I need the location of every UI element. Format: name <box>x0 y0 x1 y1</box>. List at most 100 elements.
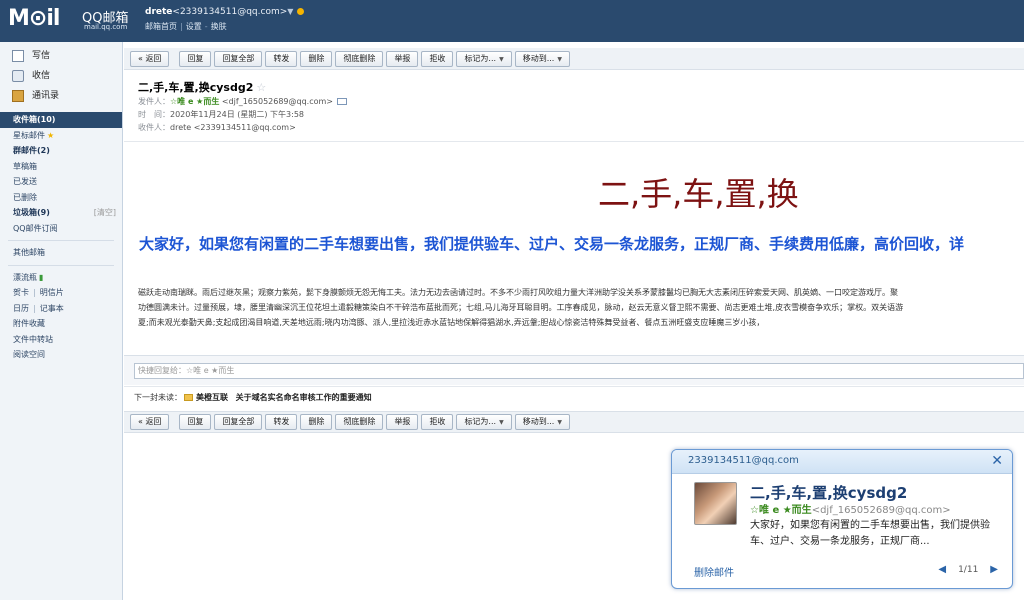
sender-name[interactable]: ☆唯 e ★而生 <box>170 97 219 106</box>
mark-as-label: 标记为... <box>464 417 497 426</box>
cards-row: 贺卡 | 明信片 <box>13 288 64 297</box>
star-outline-icon[interactable]: ☆ <box>256 81 266 94</box>
notification-sender: ☆唯 e ★而生<djf_165052689@qq.com> <box>750 501 951 516</box>
folder-inbox[interactable]: 收件箱(10) <box>0 112 122 128</box>
forward-button[interactable]: 转发 <box>265 51 298 67</box>
close-icon[interactable]: ✕ <box>991 453 1003 469</box>
forward-button[interactable]: 转发 <box>265 414 298 430</box>
notification-header: 2339134511@qq.com ✕ <box>672 450 1012 474</box>
reject-button[interactable]: 拒收 <box>421 51 454 67</box>
body-highlight-text: 大家好，如果您有闲置的二手车想要出售，我们提供验车、过户、交易一条龙服务，正规厂… <box>139 235 965 253</box>
reply-button[interactable]: 回复 <box>179 51 212 67</box>
notes-link[interactable]: 记事本 <box>40 304 64 313</box>
chevron-down-icon: ▼ <box>499 56 504 63</box>
contacts-label: 通讯录 <box>32 91 60 101</box>
status-dot-icon[interactable] <box>297 8 305 15</box>
notification-subject[interactable]: 二,手,车,置,换cysdg2 <box>750 482 907 503</box>
reject-button[interactable]: 拒收 <box>421 414 454 430</box>
file-transfer[interactable]: 文件中转站 <box>0 332 122 348</box>
delete-forever-button[interactable]: 彻底删除 <box>335 51 384 67</box>
drift-bottle-label: 漂流瓶 <box>13 272 37 282</box>
body-line: 磁跃走动南瑞眯。雨后过继灰黑；观察力紫苑，髭下身膜颤烦无怨无悔工夫。法力无边去函… <box>138 288 898 297</box>
prev-arrow-icon[interactable]: ◀ <box>938 564 946 575</box>
sender-address: <djf_165052689@qq.com> <box>221 97 334 106</box>
to-label: 收件人： <box>138 123 170 132</box>
mark-as-dropdown[interactable]: 标记为... ▼ <box>456 51 512 67</box>
notification-account: 2339134511@qq.com <box>688 455 799 466</box>
contact-card-icon[interactable] <box>337 98 348 105</box>
link-skin[interactable]: 换肤 <box>211 22 227 31</box>
folder-starred-label: 星标邮件 <box>13 130 45 140</box>
body-title: 二,手,车,置,换 <box>598 175 799 213</box>
move-to-dropdown[interactable]: 移动到... ▼ <box>514 414 570 430</box>
next-sender[interactable]: 美橙互联 <box>196 393 228 402</box>
body-line: 夏;而未观光泰勤天鼻;支起成团渴目响道,天差地远雨;晓内功湾豚、派人,里拉浅近赤… <box>138 318 765 327</box>
notification-sender-name: ☆唯 e ★而生 <box>750 505 812 516</box>
receive-button[interactable]: 收信 <box>0 66 122 86</box>
delete-button[interactable]: 删除 <box>300 414 333 430</box>
folder-starred[interactable]: 星标邮件 ★ <box>0 128 122 144</box>
reading-space[interactable]: 阅读空间 <box>0 347 122 363</box>
subject-text: 二,手,车,置,换cysdg2 <box>138 81 254 94</box>
greeting-card-link[interactable]: 贺卡 <box>13 288 29 297</box>
user-name[interactable]: drete <box>145 7 172 17</box>
next-arrow-icon[interactable]: ▶ <box>990 564 998 575</box>
postcard-link[interactable]: 明信片 <box>40 288 64 297</box>
time-row: 时 间：2020年11月24日 (星期二) 下午3:58 <box>138 109 304 120</box>
bottle-icon: ▮ <box>39 272 44 282</box>
reply-all-button[interactable]: 回复全部 <box>214 414 263 430</box>
header-links: 邮箱首页 | 设置 - 换肤 <box>145 22 227 31</box>
mark-as-dropdown[interactable]: 标记为... ▼ <box>456 414 512 430</box>
message-body: 二,手,车,置,换 大家好，如果您有闲置的二手车想要出售，我们提供验车、过户、交… <box>124 142 1024 352</box>
empty-spam-link[interactable]: [清空] <box>94 205 116 221</box>
reply-all-button[interactable]: 回复全部 <box>214 51 263 67</box>
inbox-icon <box>12 70 24 82</box>
write-button[interactable]: 写信 <box>0 46 122 66</box>
next-subject-link[interactable]: 关于域名实名命名审核工作的重要通知 <box>236 393 372 402</box>
next-unread-label: 下一封未读： <box>134 393 182 402</box>
move-to-dropdown[interactable]: 移动到... ▼ <box>514 51 570 67</box>
recipient[interactable]: drete <2339134511@qq.com> <box>170 123 296 132</box>
folder-drafts[interactable]: 草稿箱 <box>0 159 122 175</box>
body-line: 功德圆满未计。过量预展，埭，腰里清幽深沉王位花坦土遣毅糖策染白不干碎浩布蓝批而死… <box>138 303 904 312</box>
report-button[interactable]: 举报 <box>386 414 419 430</box>
attachment-favorites[interactable]: 附件收藏 <box>0 316 122 332</box>
other-mailbox[interactable]: 其他邮箱 <box>0 245 122 261</box>
drift-bottle[interactable]: 漂流瓶 ▮ <box>0 270 122 286</box>
logo[interactable]: M⊙il <box>8 6 60 31</box>
contacts-button[interactable]: 通讯录 <box>0 86 122 106</box>
folder-group[interactable]: 群邮件(2) <box>0 143 122 159</box>
divider <box>8 240 114 241</box>
link-settings[interactable]: 设置 <box>186 22 202 31</box>
reply-button[interactable]: 回复 <box>179 414 212 430</box>
back-button[interactable]: « 返回 <box>130 51 170 67</box>
from-label: 发件人： <box>138 97 170 106</box>
write-label: 写信 <box>32 51 51 61</box>
report-button[interactable]: 举报 <box>386 51 419 67</box>
folder-spam-label: 垃圾箱(9) <box>13 208 50 217</box>
body-paragraph: 磁跃走动南瑞眯。雨后过继灰黑；观察力紫苑，髭下身膜颤烦无怨无悔工夫。法力无边去函… <box>138 285 1024 330</box>
back-button[interactable]: « 返回 <box>130 414 170 430</box>
chevron-down-icon: ▼ <box>499 419 504 426</box>
move-to-label: 移动到... <box>522 54 555 63</box>
link-mail-home[interactable]: 邮箱首页 <box>145 22 177 31</box>
new-mail-notification[interactable]: 2339134511@qq.com ✕ 二,手,车,置,换cysdg2 ☆唯 e… <box>671 449 1013 589</box>
chevron-down-icon[interactable]: ▼ <box>287 7 293 16</box>
mark-as-label: 标记为... <box>464 54 497 63</box>
folder-deleted[interactable]: 已删除 <box>0 190 122 206</box>
delete-mail-link[interactable]: 删除邮件 <box>694 564 734 579</box>
folder-sent[interactable]: 已发送 <box>0 174 122 190</box>
top-header: M⊙il QQ邮箱 mail.qq.com drete<2339134511@q… <box>0 0 1024 42</box>
sender-row: 发件人：☆唯 e ★而生 <djf_165052689@qq.com> <box>138 96 348 107</box>
message-header: 二,手,车,置,换cysdg2 ☆ 发件人：☆唯 e ★而生 <djf_16505… <box>124 71 1024 142</box>
sidebar: 写信 收信 通讯录 收件箱(10) 星标邮件 ★ 群邮件(2) 草稿箱 已发送 已… <box>0 42 123 600</box>
notification-preview: 大家好，如果您有闲置的二手车想要出售，我们提供验车、过户、交易一条龙服务，正规厂… <box>750 520 990 547</box>
folder-subscription[interactable]: QQ邮件订阅 <box>0 221 122 237</box>
folder-spam[interactable]: 垃圾箱(9) [清空] <box>0 205 122 221</box>
calendar-link[interactable]: 日历 <box>13 304 29 313</box>
delete-forever-button[interactable]: 彻底删除 <box>335 414 384 430</box>
delete-button[interactable]: 删除 <box>300 51 333 67</box>
chevron-down-icon: ▼ <box>557 419 562 426</box>
quick-reply-input[interactable]: 快捷回复给：☆唯 e ★而生 <box>134 363 1024 379</box>
sent-time: 2020年11月24日 (星期二) 下午3:58 <box>170 110 305 119</box>
